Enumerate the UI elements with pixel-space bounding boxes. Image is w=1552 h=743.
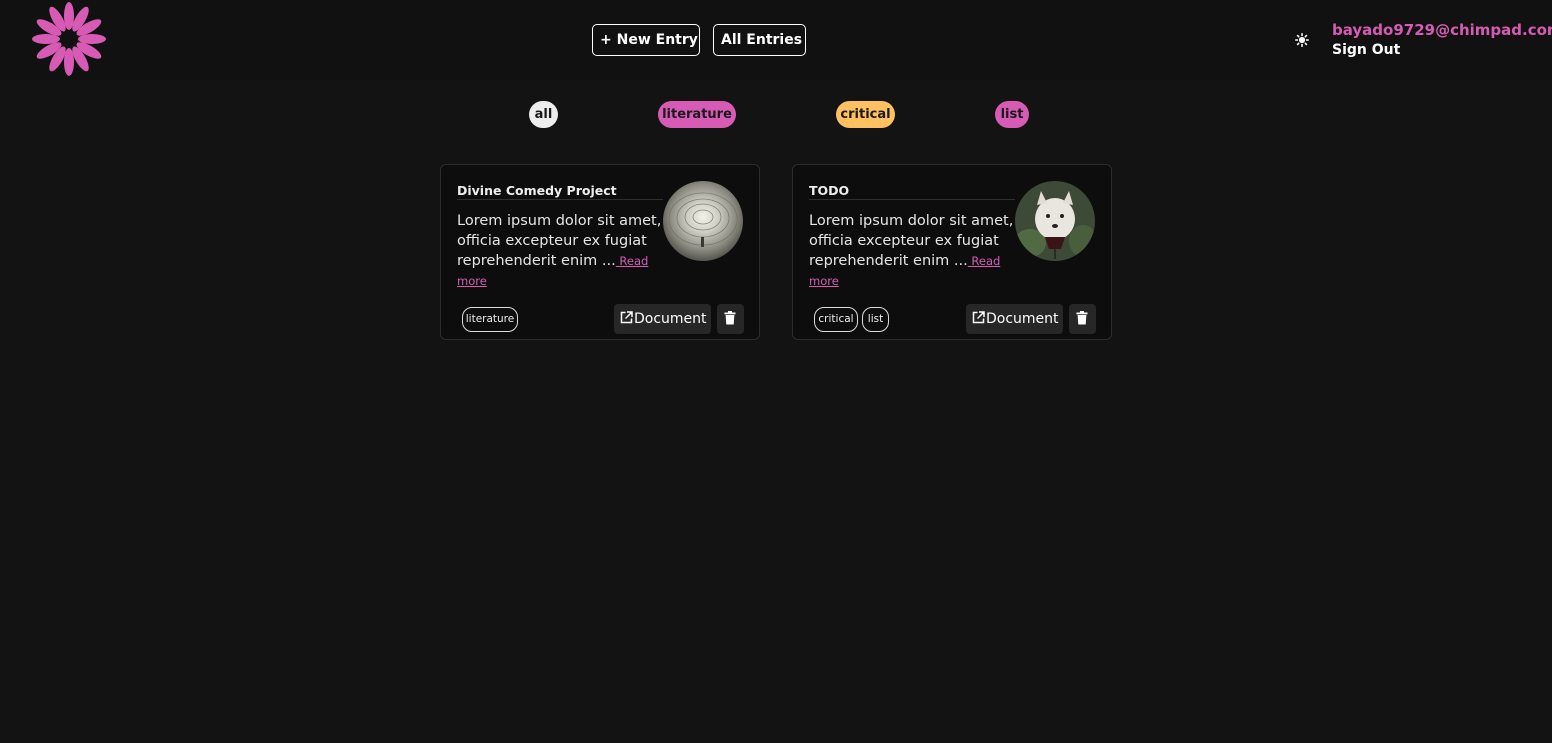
open-document-button[interactable]: Document xyxy=(966,304,1063,334)
flower-logo[interactable] xyxy=(30,1,108,79)
filter-critical[interactable]: critical xyxy=(836,101,895,128)
filter-literature[interactable]: literature xyxy=(658,101,736,128)
document-label: Document xyxy=(634,311,707,327)
all-entries-button[interactable]: All Entries xyxy=(713,24,806,56)
filter-list[interactable]: list xyxy=(995,101,1029,128)
entry-title[interactable]: Divine Comedy Project xyxy=(457,183,663,200)
document-label: Document xyxy=(986,311,1059,327)
top-navbar: + New Entry All Entries bayado9729@chimp… xyxy=(0,0,1552,80)
external-link-icon xyxy=(620,311,633,324)
delete-entry-button[interactable] xyxy=(717,304,744,334)
open-document-button[interactable]: Document xyxy=(614,304,711,334)
sun-icon[interactable] xyxy=(1295,33,1309,47)
entry-snippet: Lorem ipsum dolor sit amet, officia exce… xyxy=(457,213,662,288)
entry-tag-list[interactable]: list xyxy=(862,307,889,332)
filter-all[interactable]: all xyxy=(529,101,558,128)
engraving-thumbnail xyxy=(663,181,743,261)
delete-entry-button[interactable] xyxy=(1069,304,1096,334)
trash-icon xyxy=(1076,311,1088,325)
entry-title[interactable]: TODO xyxy=(809,183,1015,200)
new-entry-button[interactable]: + New Entry xyxy=(592,24,700,56)
dog-thumbnail xyxy=(1015,181,1095,261)
sign-out-link[interactable]: Sign Out xyxy=(1332,42,1400,58)
entry-tag-literature[interactable]: literature xyxy=(462,307,518,332)
external-link-icon xyxy=(972,311,985,324)
entry-card: Divine Comedy Project Lorem ipsum dolor … xyxy=(440,164,760,340)
user-email: bayado9729@chimpad.com xyxy=(1332,21,1552,39)
entry-snippet: Lorem ipsum dolor sit amet, officia exce… xyxy=(809,213,1014,288)
entry-card: TODO Lorem ipsum dolor sit amet, officia… xyxy=(792,164,1112,340)
trash-icon xyxy=(724,311,736,325)
entry-tag-critical[interactable]: critical xyxy=(814,307,858,332)
